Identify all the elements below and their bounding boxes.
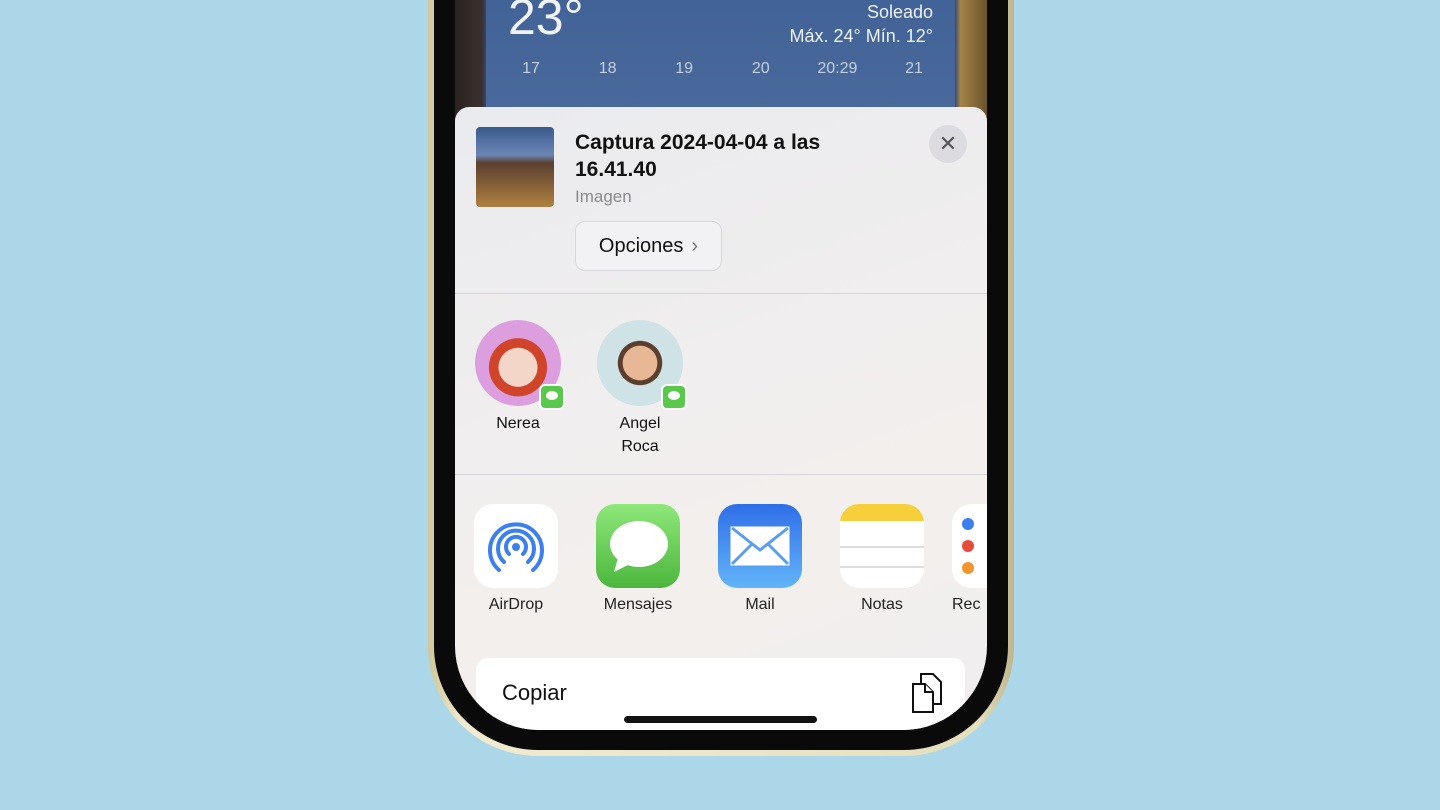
share-sheet: Captura 2024-04-04 a las 16.41.40 Imagen…	[455, 107, 987, 730]
app-airdrop[interactable]: AirDrop	[466, 504, 566, 614]
file-thumbnail	[476, 127, 554, 207]
hour: 19	[675, 60, 694, 77]
messages-badge-icon	[539, 384, 565, 410]
hour: 20	[751, 60, 770, 77]
app-recordatorios[interactable]: Rec	[952, 504, 987, 614]
avatar	[597, 320, 687, 410]
app-label: Rec	[952, 596, 981, 613]
app-label: AirDrop	[488, 596, 544, 613]
divider	[455, 474, 987, 475]
person-nerea[interactable]: Nerea	[468, 320, 568, 435]
avatar	[475, 320, 565, 410]
weather-hours: 17 18 19 20 20:29 21	[506, 60, 939, 78]
hour: 17	[522, 60, 540, 77]
copy-label: Copiar	[502, 680, 567, 705]
options-button[interactable]: Opciones ›	[575, 221, 722, 271]
app-notas[interactable]: Notas	[832, 504, 932, 614]
weather-widget[interactable]: 23° Soleado Máx. 24° Mín. 12° 17 18 19 20…	[486, 0, 955, 120]
airdrop-icon	[474, 504, 558, 588]
app-label: Notas	[861, 596, 903, 613]
divider	[455, 293, 987, 294]
file-type: Imagen	[575, 187, 632, 206]
person-name: Angel Roca	[619, 415, 661, 455]
person-name: Nerea	[496, 415, 540, 432]
weather-condition: Soleado	[866, 2, 933, 22]
messages-icon	[596, 504, 680, 588]
app-mail[interactable]: Mail	[710, 504, 810, 614]
hour: 18	[598, 60, 617, 77]
hour: 21	[905, 60, 923, 77]
app-mensajes[interactable]: Mensajes	[588, 504, 688, 614]
chevron-right-icon: ›	[691, 234, 699, 257]
app-label: Mensajes	[603, 596, 673, 613]
app-label: Mail	[745, 596, 775, 613]
phone-bezel: 23° Soleado Máx. 24° Mín. 12° 17 18 19 20…	[434, 0, 1008, 750]
phone-frame: 23° Soleado Máx. 24° Mín. 12° 17 18 19 20…	[428, 0, 1014, 756]
notes-icon	[840, 504, 924, 588]
weather-range: Máx. 24° Mín. 12°	[789, 26, 933, 46]
home-indicator[interactable]	[624, 716, 817, 723]
options-label: Opciones	[598, 234, 684, 257]
copy-icon	[912, 673, 942, 713]
messages-badge-icon	[661, 384, 687, 410]
phone-screen: 23° Soleado Máx. 24° Mín. 12° 17 18 19 20…	[455, 0, 987, 730]
weather-temp: 23°	[508, 0, 584, 45]
file-title: Captura 2024-04-04 a las 16.41.40	[575, 131, 821, 181]
close-icon: ✕	[938, 131, 958, 156]
person-angel-roca[interactable]: Angel Roca	[590, 320, 690, 458]
reminders-icon	[952, 504, 987, 588]
mail-icon	[718, 504, 802, 588]
hour: 20:29	[817, 60, 858, 77]
close-button[interactable]: ✕	[929, 125, 967, 163]
